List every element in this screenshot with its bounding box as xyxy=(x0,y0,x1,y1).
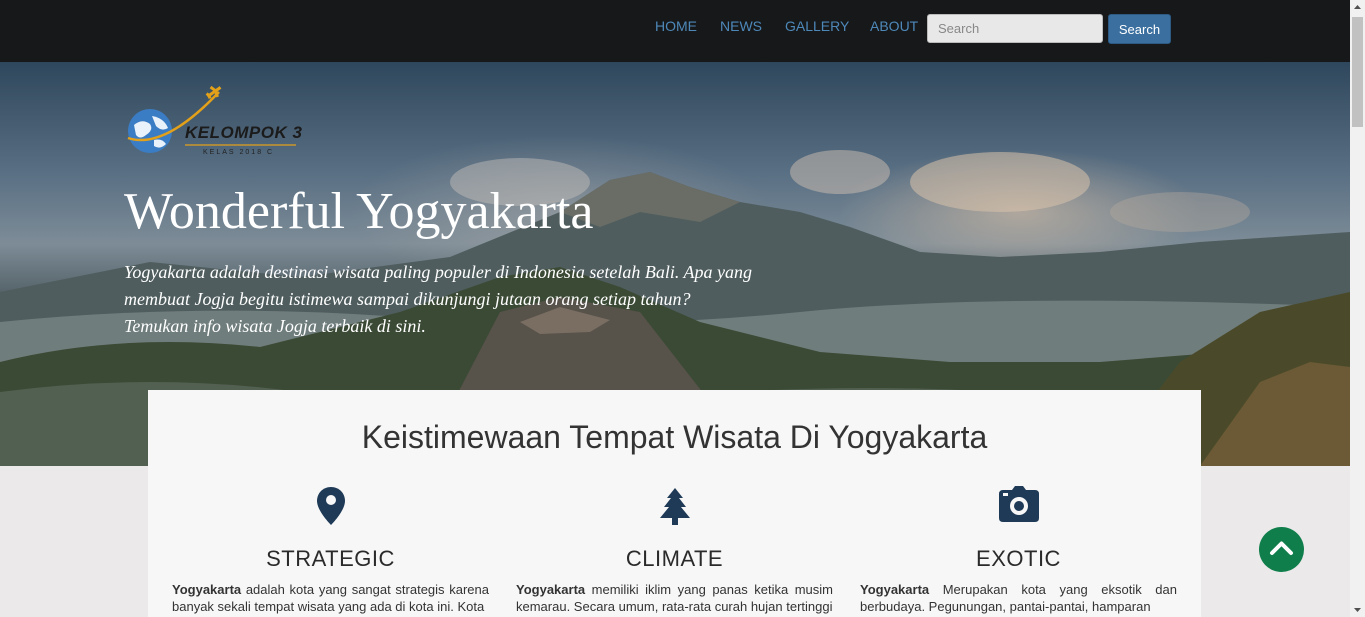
logo-image xyxy=(127,85,296,153)
feature-text: Yogyakarta memiliki iklim yang panas ket… xyxy=(516,582,833,614)
chevron-up-icon xyxy=(1270,541,1293,555)
top-navbar: HOME NEWS GALLERY ABOUT Search xyxy=(0,0,1350,62)
section-title: Keistimewaan Tempat Wisata Di Yogyakarta xyxy=(361,419,988,455)
hero-title: Wonderful Yogyakarta xyxy=(124,183,594,240)
feature-heading: CLIMATE xyxy=(625,546,724,571)
feature-heading: STRATEGIC xyxy=(266,546,395,571)
nav-about-link[interactable]: ABOUT xyxy=(870,18,918,34)
scroll-down-arrow-icon[interactable] xyxy=(1350,602,1365,617)
map-marker-icon xyxy=(316,487,345,525)
back-to-top-button[interactable] xyxy=(1259,527,1304,572)
scroll-up-arrow-icon[interactable] xyxy=(1350,0,1365,15)
nav-gallery-link[interactable]: GALLERY xyxy=(785,18,849,34)
nav-home-link[interactable]: HOME xyxy=(655,18,697,34)
logo-name: KELOMPOK 3 xyxy=(185,123,303,142)
features-card: Keistimewaan Tempat Wisata Di Yogyakarta… xyxy=(148,390,1201,617)
scrollbar-thumb[interactable] xyxy=(1352,17,1363,127)
camera-icon xyxy=(998,486,1039,522)
nav-news-link[interactable]: NEWS xyxy=(720,18,762,34)
tree-icon xyxy=(659,488,690,525)
search-input[interactable] xyxy=(927,14,1103,43)
hero-description: Yogyakarta adalah destinasi wisata palin… xyxy=(124,262,752,336)
search-button[interactable]: Search xyxy=(1108,14,1171,44)
logo-subtitle: KELAS 2018 C xyxy=(203,149,275,156)
feature-text: Yogyakarta adalah kota yang sangat strat… xyxy=(172,582,489,614)
feature-heading: EXOTIC xyxy=(976,546,1061,571)
feature-text: Yogyakarta Merupakan kota yang eksotik d… xyxy=(860,582,1177,614)
